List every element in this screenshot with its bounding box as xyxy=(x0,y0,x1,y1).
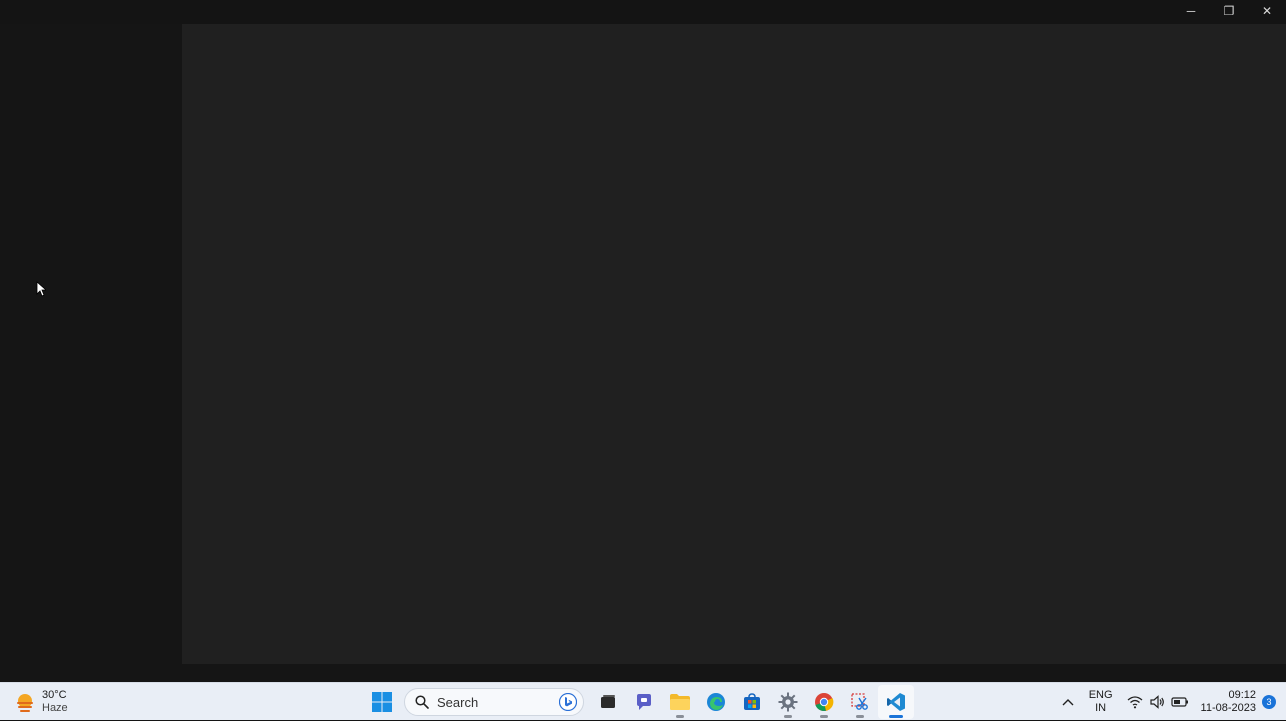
edge-icon xyxy=(707,693,725,711)
task-view-button[interactable] xyxy=(590,685,626,719)
wifi-icon xyxy=(1127,696,1142,709)
file-explorer-button[interactable] xyxy=(662,685,698,719)
language-region: IN xyxy=(1095,702,1107,714)
weather-temperature: 30°C xyxy=(42,689,67,701)
gear-icon xyxy=(778,692,798,712)
system-tray: ENG IN 09:12 11-08-2023 3 xyxy=(1057,683,1286,721)
window-controls: ─ ❐ ✕ xyxy=(1172,0,1286,22)
running-indicator xyxy=(856,715,864,718)
volume-icon xyxy=(1149,695,1164,709)
running-indicator xyxy=(784,715,792,718)
vscode-icon xyxy=(887,693,905,711)
taskbar-apps: Search xyxy=(364,685,914,719)
notification-badge[interactable]: 3 xyxy=(1262,695,1276,709)
search-label: Search xyxy=(437,694,479,710)
store-icon xyxy=(744,693,760,710)
battery-icon xyxy=(1170,697,1188,707)
task-view-icon xyxy=(601,695,615,708)
windows-logo-icon xyxy=(372,692,392,712)
edge-button[interactable] xyxy=(698,685,734,719)
restore-button[interactable]: ❐ xyxy=(1210,0,1248,22)
clock-time: 09:12 xyxy=(1228,689,1256,701)
start-button[interactable] xyxy=(364,685,400,719)
sun-haze-icon xyxy=(17,694,33,712)
title-bar[interactable]: ─ ❐ ✕ xyxy=(0,0,1286,24)
folder-icon xyxy=(670,694,690,710)
running-indicator xyxy=(820,715,828,718)
clock[interactable]: 09:12 11-08-2023 xyxy=(1201,689,1256,715)
mouse-cursor-icon xyxy=(36,281,46,297)
snipping-tool-button[interactable] xyxy=(842,685,878,719)
sidebar xyxy=(0,24,182,664)
language-indicator[interactable]: ENG IN xyxy=(1089,689,1113,715)
minimize-button[interactable]: ─ xyxy=(1172,0,1210,22)
content-pane xyxy=(182,24,1286,664)
weather-widget[interactable]: 30°C Haze xyxy=(14,687,68,717)
store-button[interactable] xyxy=(734,685,770,719)
quick-settings[interactable] xyxy=(1127,695,1189,709)
taskbar-search[interactable]: Search xyxy=(404,688,584,716)
chat-icon xyxy=(637,694,651,710)
close-button[interactable]: ✕ xyxy=(1248,0,1286,22)
chat-button[interactable] xyxy=(626,685,662,719)
taskbar: 30°C Haze Search ENG IN 09:12 11-08-2023… xyxy=(0,682,1286,720)
language-code: ENG xyxy=(1088,689,1113,701)
search-icon xyxy=(415,695,429,709)
weather-condition: Haze xyxy=(42,702,68,714)
chrome-button[interactable] xyxy=(806,685,842,719)
chrome-icon xyxy=(815,693,834,712)
running-indicator xyxy=(676,715,684,718)
chevron-up-icon xyxy=(1062,699,1074,706)
show-hidden-icons-button[interactable] xyxy=(1057,683,1079,721)
scissors-icon xyxy=(851,693,868,710)
bing-icon[interactable] xyxy=(559,693,577,711)
vscode-button[interactable] xyxy=(878,685,914,719)
active-indicator xyxy=(889,715,903,718)
app-window: ─ ❐ ✕ xyxy=(0,0,1286,682)
clock-date: 11-08-2023 xyxy=(1200,702,1256,714)
settings-button[interactable] xyxy=(770,685,806,719)
